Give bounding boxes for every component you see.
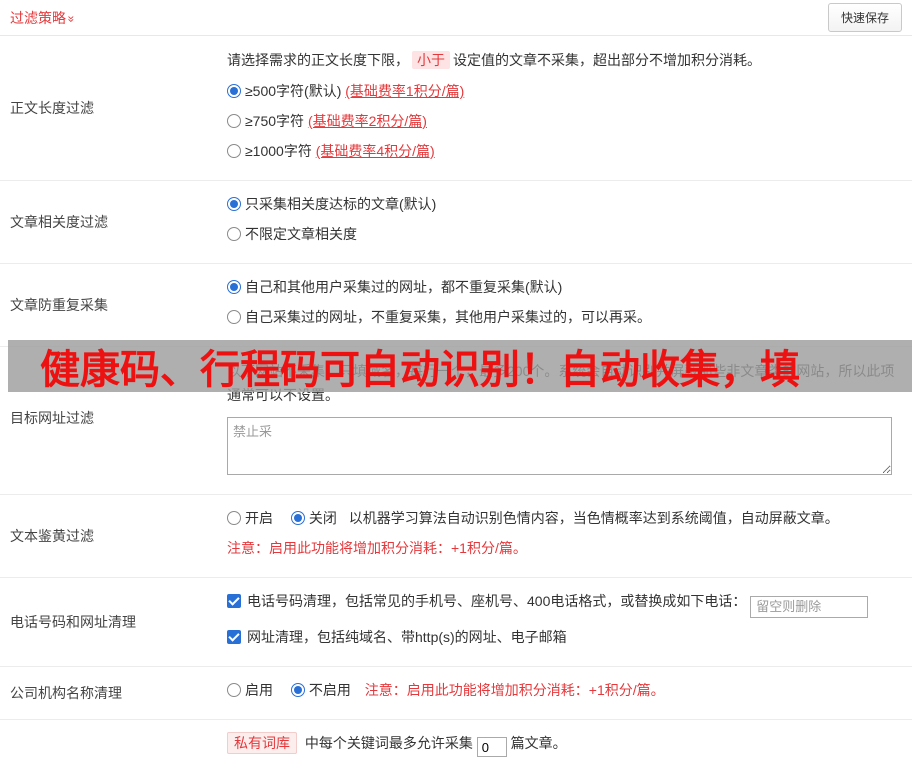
option-label: 自己和其他用户采集过的网址，都不重复采集(默认) xyxy=(245,279,562,295)
option-porn-off[interactable]: 关闭 xyxy=(291,510,337,526)
fee-note: (基础费率1积分/篇) xyxy=(345,83,464,99)
row-label-porn-filter: 文本鉴黄过滤 xyxy=(0,495,227,577)
company-clean-options: 启用 不启用 注意：启用此功能将增加积分消耗：+1积分/篇。 xyxy=(227,679,902,701)
phone-clean-label: 电话号码清理，包括常见的手机号、座机号、400电话格式，或替换成如下电话： xyxy=(247,593,746,609)
radio-icon[interactable] xyxy=(227,227,241,241)
row-content-keyword-dedupe: 私有词库 中每个关键词最多允许采集 篇文章。 如果留空或设为0，则不限篇数。 如… xyxy=(227,720,912,768)
url-clean-label: 网址清理，包括纯域名、带http(s)的网址、电子邮箱 xyxy=(247,629,567,645)
desc-before: 请选择需求的正文长度下限， xyxy=(227,52,409,68)
row-label-company-clean: 公司机构名称清理 xyxy=(0,667,227,719)
chevron-down-icon: » xyxy=(64,15,78,22)
row-content-porn-filter: 开启 关闭 以机器学习算法自动识别色情内容，当色情概率达到系统阈值，自动屏蔽文章… xyxy=(227,495,912,577)
radio-icon[interactable] xyxy=(227,280,241,294)
row-relevance-filter: 文章相关度过滤 只采集相关度达标的文章(默认) 不限定文章相关度 xyxy=(0,181,912,264)
checkbox-icon[interactable] xyxy=(227,630,241,644)
replacement-phone-input[interactable] xyxy=(750,596,868,618)
overlay-ad-banner: 健康码、行程码可自动识别！自动收集，填 xyxy=(8,340,912,392)
limit-text-before: 中每个关键词最多允许采集 xyxy=(305,735,473,751)
phone-clean-option[interactable]: 电话号码清理，包括常见的手机号、座机号、400电话格式，或替换成如下电话： xyxy=(227,590,902,618)
private-lexicon-tag: 私有词库 xyxy=(227,732,297,754)
page-title[interactable]: 过滤策略» xyxy=(10,8,75,28)
radio-icon[interactable] xyxy=(227,310,241,324)
option-label: ≥1000字符 xyxy=(245,143,316,159)
length-filter-desc: 请选择需求的正文长度下限，小于设定值的文章不采集，超出部分不增加积分消耗。 xyxy=(227,48,902,72)
radio-icon[interactable] xyxy=(227,511,241,525)
option-length-500[interactable]: ≥500字符(默认) (基础费率1积分/篇) xyxy=(227,80,902,102)
option-label: 只采集相关度达标的文章(默认) xyxy=(245,196,436,212)
row-content-dedupe-filter: 自己和其他用户采集过的网址，都不重复采集(默认) 自己采集过的网址，不重复采集，… xyxy=(227,264,912,346)
row-label-length-filter: 正文长度过滤 xyxy=(0,36,227,180)
option-dedupe-global[interactable]: 自己和其他用户采集过的网址，都不重复采集(默认) xyxy=(227,276,902,298)
page-title-text: 过滤策略 xyxy=(10,10,66,26)
option-label: ≥750字符 xyxy=(245,113,308,129)
radio-icon[interactable] xyxy=(227,114,241,128)
radio-icon[interactable] xyxy=(227,84,241,98)
radio-icon[interactable] xyxy=(227,144,241,158)
option-label: 关闭 xyxy=(309,510,337,526)
porn-filter-options: 开启 关闭 以机器学习算法自动识别色情内容，当色情概率达到系统阈值，自动屏蔽文章… xyxy=(227,507,902,529)
top-bar: 过滤策略» 快速保存 xyxy=(0,0,912,36)
row-label-phone-url-clean: 电话号码和网址清理 xyxy=(0,578,227,666)
option-label: 不启用 xyxy=(309,682,351,698)
filter-settings-page: 过滤策略» 快速保存 正文长度过滤 请选择需求的正文长度下限，小于设定值的文章不… xyxy=(0,0,912,768)
row-content-phone-url-clean: 电话号码清理，包括常见的手机号、座机号、400电话格式，或替换成如下电话： 网址… xyxy=(227,578,912,666)
row-keyword-dedupe: 关键词防重复采集 私有词库 中每个关键词最多允许采集 篇文章。 如果留空或设为0… xyxy=(0,720,912,768)
porn-filter-desc: 以机器学习算法自动识别色情内容，当色情概率达到系统阈值，自动屏蔽文章。 xyxy=(349,510,839,526)
overlay-ad-text: 健康码、行程码可自动识别！自动收集，填 xyxy=(8,340,800,392)
option-dedupe-self[interactable]: 自己采集过的网址，不重复采集，其他用户采集过的，可以再采。 xyxy=(227,306,902,328)
option-label: 自己采集过的网址，不重复采集，其他用户采集过的，可以再采。 xyxy=(245,309,651,325)
row-label-keyword-dedupe: 关键词防重复采集 xyxy=(0,720,227,768)
option-company-off[interactable]: 不启用 xyxy=(291,682,351,698)
checkbox-icon[interactable] xyxy=(227,594,241,608)
radio-icon[interactable] xyxy=(227,683,241,697)
option-length-750[interactable]: ≥750字符 (基础费率2积分/篇) xyxy=(227,110,902,132)
fee-note: (基础费率4积分/篇) xyxy=(316,143,435,159)
quick-save-button[interactable]: 快速保存 xyxy=(828,3,902,32)
radio-icon[interactable] xyxy=(227,197,241,211)
blocked-domains-textarea[interactable] xyxy=(227,417,892,475)
keyword-limit-line: 私有词库 中每个关键词最多允许采集 篇文章。 xyxy=(227,732,902,758)
row-label-relevance-filter: 文章相关度过滤 xyxy=(0,181,227,263)
option-label: 不限定文章相关度 xyxy=(245,226,357,242)
row-dedupe-filter: 文章防重复采集 自己和其他用户采集过的网址，都不重复采集(默认) 自己采集过的网… xyxy=(0,264,912,347)
option-relevance-any[interactable]: 不限定文章相关度 xyxy=(227,223,902,245)
option-company-on[interactable]: 启用 xyxy=(227,682,273,698)
option-label: 开启 xyxy=(245,510,273,526)
option-label: 启用 xyxy=(245,682,273,698)
radio-icon[interactable] xyxy=(291,511,305,525)
row-length-filter: 正文长度过滤 请选择需求的正文长度下限，小于设定值的文章不采集，超出部分不增加积… xyxy=(0,36,912,181)
option-relevance-strict[interactable]: 只采集相关度达标的文章(默认) xyxy=(227,193,902,215)
radio-icon[interactable] xyxy=(291,683,305,697)
option-length-1000[interactable]: ≥1000字符 (基础费率4积分/篇) xyxy=(227,140,902,162)
row-phone-url-clean: 电话号码和网址清理 电话号码清理，包括常见的手机号、座机号、400电话格式，或替… xyxy=(0,578,912,667)
limit-text-after: 篇文章。 xyxy=(511,735,567,751)
fee-note: (基础费率2积分/篇) xyxy=(308,113,427,129)
option-label: ≥500字符(默认) xyxy=(245,83,345,99)
row-porn-filter: 文本鉴黄过滤 开启 关闭 以机器学习算法自动识别色情内容，当色情概率达到系统阈值… xyxy=(0,495,912,578)
row-content-length-filter: 请选择需求的正文长度下限，小于设定值的文章不采集，超出部分不增加积分消耗。 ≥5… xyxy=(227,36,912,180)
option-porn-on[interactable]: 开启 xyxy=(227,510,273,526)
keyword-limit-input[interactable] xyxy=(477,737,507,757)
porn-filter-note: 注意：启用此功能将增加积分消耗：+1积分/篇。 xyxy=(227,537,902,559)
desc-highlight: 小于 xyxy=(412,51,450,69)
row-content-company-clean: 启用 不启用 注意：启用此功能将增加积分消耗：+1积分/篇。 xyxy=(227,667,912,719)
row-content-relevance-filter: 只采集相关度达标的文章(默认) 不限定文章相关度 xyxy=(227,181,912,263)
desc-after: 设定值的文章不采集，超出部分不增加积分消耗。 xyxy=(453,52,761,68)
url-clean-option[interactable]: 网址清理，包括纯域名、带http(s)的网址、电子邮箱 xyxy=(227,626,902,648)
company-clean-note: 注意：启用此功能将增加积分消耗：+1积分/篇。 xyxy=(365,682,665,698)
row-label-dedupe-filter: 文章防重复采集 xyxy=(0,264,227,346)
row-company-clean: 公司机构名称清理 启用 不启用 注意：启用此功能将增加积分消耗：+1积分/篇。 xyxy=(0,667,912,720)
